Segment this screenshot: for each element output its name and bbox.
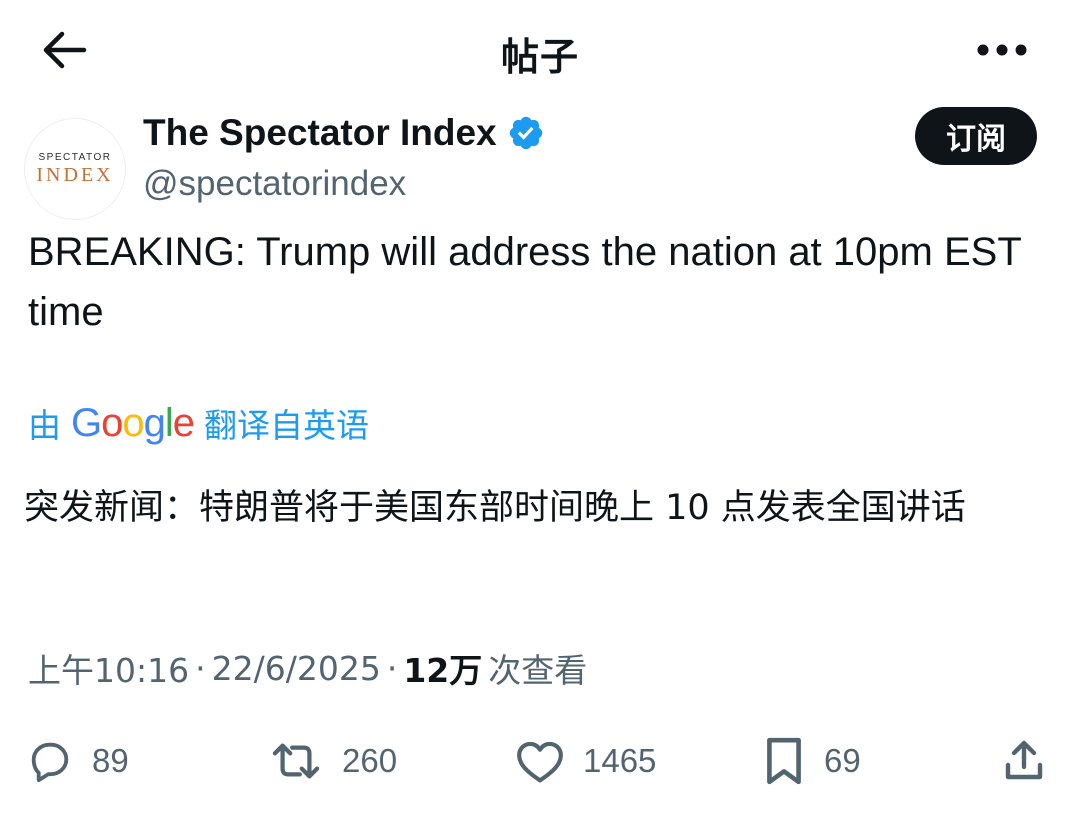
meta-separator: · (386, 648, 398, 688)
translation-suffix: 翻译自英语 (204, 406, 370, 445)
tweet-detail-page: 帖子 SPECTATOR INDEX The Spectator Index @… (0, 0, 1080, 835)
like-count: 1465 (583, 742, 657, 779)
repost-count: 260 (342, 742, 398, 779)
author-name-row[interactable]: The Spectator Index (143, 112, 545, 154)
more-horizontal-icon (977, 44, 1027, 56)
avatar[interactable]: SPECTATOR INDEX (24, 118, 126, 220)
translated-text: 突发新闻：特朗普将于美国东部时间晚上 10 点发表全国讲话 (24, 488, 966, 528)
tweet-time[interactable]: 上午10:16 (28, 644, 189, 692)
heart-icon (517, 741, 563, 783)
reply-count: 89 (92, 742, 129, 779)
translation-prefix: 由 (28, 406, 61, 445)
follow-button[interactable]: 订阅 (915, 107, 1037, 165)
meta-separator: · (195, 648, 206, 688)
views-count: 12万 (403, 651, 483, 690)
share-icon (1005, 740, 1043, 780)
translation-attribution[interactable]: 由 Google 翻译自英语 (28, 398, 369, 448)
google-logo: Google (71, 400, 195, 445)
repost-button[interactable]: 260 (268, 733, 397, 789)
more-options-button[interactable] (972, 30, 1032, 70)
reply-button[interactable]: 89 (26, 733, 129, 789)
author-handle[interactable]: @spectatorindex (143, 164, 406, 204)
repost-icon (272, 743, 320, 779)
page-title: 帖子 (500, 35, 579, 79)
views-label: 次查看 (488, 651, 588, 690)
reply-icon (31, 742, 69, 783)
top-bar: 帖子 (0, 0, 1080, 100)
like-button[interactable]: 1465 (515, 733, 656, 789)
tweet-meta: 上午10:16 · 22/6/2025 · 12万 次查看 (28, 644, 587, 692)
tweet-date[interactable]: 22/6/2025 (212, 649, 381, 688)
bookmark-icon (767, 737, 801, 785)
avatar-logo-top: SPECTATOR (38, 151, 112, 163)
bookmark-count: 69 (824, 742, 861, 779)
verified-badge-icon (507, 114, 545, 152)
bookmark-button[interactable]: 69 (762, 733, 861, 789)
avatar-logo-bottom: INDEX (36, 163, 114, 186)
author-name[interactable]: The Spectator Index (143, 112, 497, 154)
tweet-text: BREAKING: Trump will address the nation … (28, 230, 1022, 334)
share-button[interactable] (1000, 733, 1048, 789)
